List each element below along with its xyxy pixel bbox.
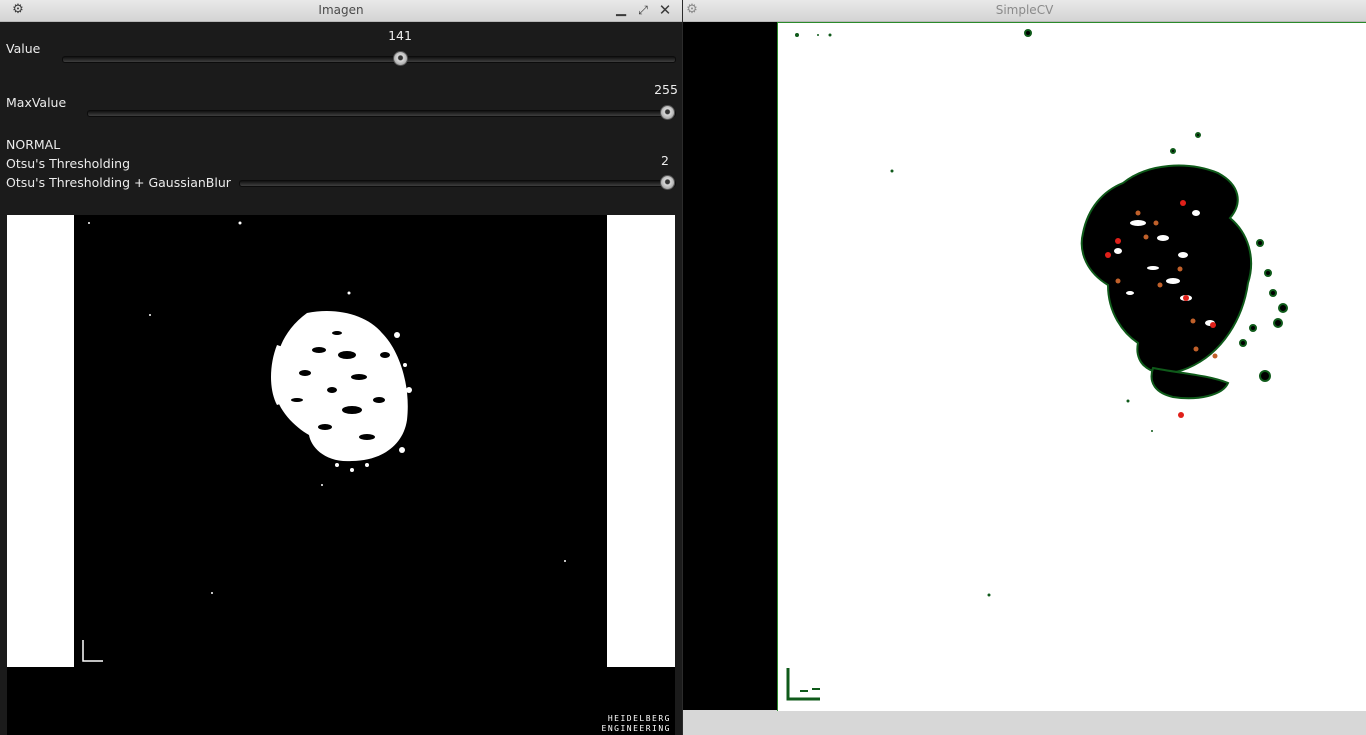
maxvalue-label: MaxValue (6, 95, 67, 110)
imagen-window: ⚙ Imagen ▁ ⤢ ✕ Value 141 MaxValue 255 NO… (0, 0, 682, 735)
minimize-icon[interactable]: ▁ (612, 1, 630, 19)
maxvalue-slider-handle[interactable] (660, 105, 675, 120)
close-icon[interactable]: ✕ (656, 1, 674, 19)
value-label: Value (6, 41, 41, 56)
mode-slider-handle[interactable] (660, 175, 675, 190)
watermark-line2: ENGINEERING (601, 724, 671, 733)
mode-otsu-gaussian-label: Otsu's Thresholding + GaussianBlur (6, 175, 231, 190)
mode-otsu-label: Otsu's Thresholding (6, 156, 131, 171)
threshold-preview-image: HEIDELBERG ENGINEERING (7, 215, 675, 735)
watermark-line1: HEIDELBERG (607, 714, 671, 723)
simplecv-output-image (777, 22, 1366, 711)
value-slider-track[interactable] (62, 56, 676, 63)
mode-normal-label: NORMAL (6, 137, 61, 152)
maximize-icon[interactable]: ⤢ (634, 1, 652, 19)
value-readout: 141 (388, 28, 412, 43)
maxvalue-readout: 255 (654, 82, 678, 97)
window-title: Imagen (318, 3, 364, 17)
maxvalue-slider-track[interactable] (87, 110, 676, 117)
mode-slider-track[interactable] (239, 180, 676, 187)
black-margin (683, 22, 777, 710)
mode-readout: 2 (661, 153, 669, 168)
simplecv-titlebar[interactable]: ⚙ SimpleCV (683, 0, 1366, 22)
value-slider-handle[interactable] (392, 51, 408, 66)
imagen-titlebar[interactable]: ⚙ Imagen ▁ ⤢ ✕ (0, 0, 682, 22)
threshold-blob (82, 221, 566, 662)
detected-blob-contours (786, 29, 1288, 701)
window-title: SimpleCV (995, 3, 1054, 17)
simplecv-window: ⚙ SimpleCV (683, 0, 1366, 735)
